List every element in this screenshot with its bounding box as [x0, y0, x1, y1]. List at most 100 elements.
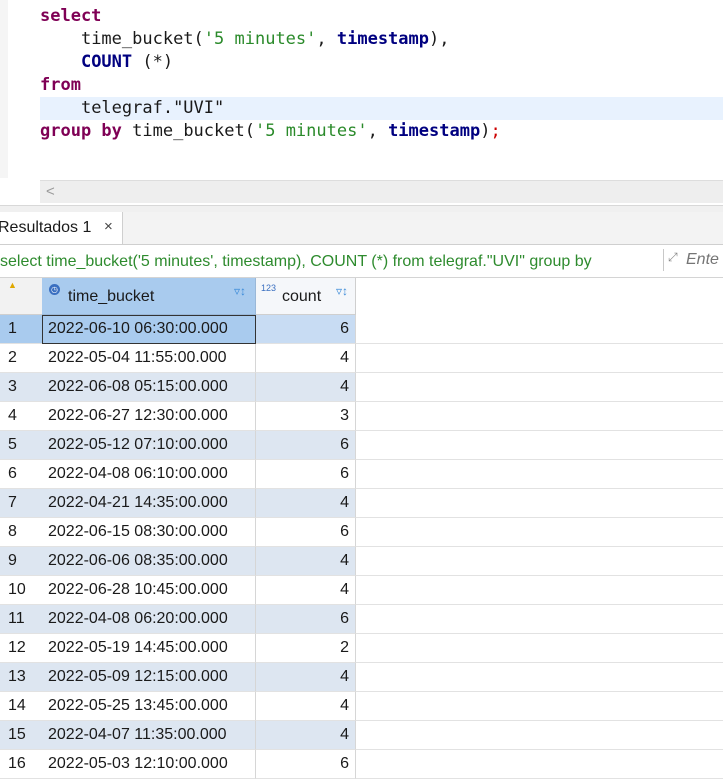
cell-count-value: 6: [340, 436, 349, 453]
cell-count[interactable]: 6: [256, 605, 356, 634]
cell-time-bucket[interactable]: 2022-05-03 12:10:00.000: [42, 750, 256, 779]
cell-time-bucket[interactable]: 2022-06-06 08:35:00.000: [42, 547, 256, 576]
cell-time-bucket[interactable]: 2022-06-15 08:30:00.000: [42, 518, 256, 547]
table-row[interactable]: 2 2022-05-04 11:55:00.000 4: [0, 344, 723, 373]
cell-count[interactable]: 6: [256, 431, 356, 460]
cell-count[interactable]: 4: [256, 489, 356, 518]
row-number[interactable]: 5: [0, 431, 43, 460]
row-number[interactable]: 3: [0, 373, 43, 402]
cell-count[interactable]: 4: [256, 547, 356, 576]
column-header-time-bucket[interactable]: ◷ time_bucket ▿↕: [42, 278, 256, 315]
row-number[interactable]: 16: [0, 750, 43, 779]
query-text: select time_bucket('5 minutes', timestam…: [0, 253, 592, 270]
row-number[interactable]: 2: [0, 344, 43, 373]
table-row[interactable]: 4 2022-06-27 12:30:00.000 3: [0, 402, 723, 431]
row-number[interactable]: 6: [0, 460, 43, 489]
scroll-left-icon[interactable]: <: [46, 183, 55, 200]
cell-count-value: 4: [340, 552, 349, 569]
cell-count-value: 4: [340, 494, 349, 511]
filter-input[interactable]: [686, 251, 723, 269]
row-number[interactable]: 1: [0, 315, 43, 344]
row-number[interactable]: 12: [0, 634, 43, 663]
empty-grid-area: [356, 750, 723, 779]
cell-time-bucket[interactable]: 2022-04-07 11:35:00.000: [42, 721, 256, 750]
cell-count[interactable]: 6: [256, 750, 356, 779]
close-icon[interactable]: ×: [104, 218, 113, 235]
cell-count[interactable]: 6: [256, 518, 356, 547]
table-row[interactable]: 3 2022-06-08 05:15:00.000 4: [0, 373, 723, 402]
table-row[interactable]: 12 2022-05-19 14:45:00.000 2: [0, 634, 723, 663]
clock-icon: ◷: [49, 284, 60, 295]
row-number[interactable]: 8: [0, 518, 43, 547]
lock-icon: ▲: [8, 280, 17, 290]
sort-filter-icon[interactable]: ▿↕: [234, 284, 246, 298]
cell-count[interactable]: 2: [256, 634, 356, 663]
cell-time-bucket[interactable]: 2022-05-12 07:10:00.000: [42, 431, 256, 460]
results-grid[interactable]: ▲ ◷ time_bucket ▿↕ 123 count ▿↕ 1 2022-06…: [0, 278, 723, 779]
cell-count[interactable]: 3: [256, 402, 356, 431]
keyword-select: select: [40, 6, 102, 26]
cell-count-value: 4: [340, 581, 349, 598]
table-row[interactable]: 7 2022-04-21 14:35:00.000 4: [0, 489, 723, 518]
cell-time-bucket[interactable]: 2022-05-09 12:15:00.000: [42, 663, 256, 692]
row-number[interactable]: 13: [0, 663, 43, 692]
cell-count[interactable]: 4: [256, 576, 356, 605]
cell-time-bucket[interactable]: 2022-06-27 12:30:00.000: [42, 402, 256, 431]
cell-count[interactable]: 4: [256, 344, 356, 373]
empty-grid-area: [356, 373, 723, 402]
editor-line-6: group by time_bucket('5 minutes', timest…: [40, 121, 501, 141]
table-row[interactable]: 14 2022-05-25 13:45:00.000 4: [0, 692, 723, 721]
table-row[interactable]: 8 2022-06-15 08:30:00.000 6: [0, 518, 723, 547]
row-number[interactable]: 11: [0, 605, 43, 634]
expand-icon[interactable]: ⤢: [668, 250, 678, 265]
cell-count[interactable]: 6: [256, 460, 356, 489]
table-row[interactable]: 11 2022-04-08 06:20:00.000 6: [0, 605, 723, 634]
row-number[interactable]: 15: [0, 721, 43, 750]
row-number[interactable]: 14: [0, 692, 43, 721]
cell-time-bucket[interactable]: 2022-06-28 10:45:00.000: [42, 576, 256, 605]
empty-grid-area: [356, 344, 723, 373]
cell-time-bucket[interactable]: 2022-06-08 05:15:00.000: [42, 373, 256, 402]
editor-line-1: select: [40, 5, 101, 28]
table-row[interactable]: 1 2022-06-10 06:30:00.000 6: [0, 315, 723, 344]
cell-count[interactable]: 4: [256, 663, 356, 692]
table-row[interactable]: 9 2022-06-06 08:35:00.000 4: [0, 547, 723, 576]
table-row[interactable]: 13 2022-05-09 12:15:00.000 4: [0, 663, 723, 692]
row-number[interactable]: 7: [0, 489, 43, 518]
keyword-from: from: [40, 75, 81, 95]
row-number[interactable]: 4: [0, 402, 43, 431]
sql-editor[interactable]: select time_bucket('5 minutes', timestam…: [0, 0, 723, 178]
table-row[interactable]: 5 2022-05-12 07:10:00.000 6: [0, 431, 723, 460]
empty-grid-area: [356, 402, 723, 431]
cell-count[interactable]: 4: [256, 721, 356, 750]
empty-grid-area: [356, 605, 723, 634]
cell-time-bucket[interactable]: 2022-04-08 06:20:00.000: [42, 605, 256, 634]
empty-grid-area: [356, 576, 723, 605]
cell-time-bucket[interactable]: 2022-04-08 06:10:00.000: [42, 460, 256, 489]
cell-count[interactable]: 6: [256, 315, 356, 344]
table-row[interactable]: 10 2022-06-28 10:45:00.000 4: [0, 576, 723, 605]
sort-filter-icon[interactable]: ▿↕: [336, 284, 348, 298]
table-row[interactable]: 16 2022-05-03 12:10:00.000 6: [0, 750, 723, 779]
table-row[interactable]: 15 2022-04-07 11:35:00.000 4: [0, 721, 723, 750]
cell-time-bucket[interactable]: 2022-05-25 13:45:00.000: [42, 692, 256, 721]
empty-grid-area: [356, 634, 723, 663]
cell-time-bucket[interactable]: 2022-05-19 14:45:00.000: [42, 634, 256, 663]
tab-resultados-1[interactable]: Resultados 1 ×: [0, 212, 123, 244]
empty-grid-area: [356, 692, 723, 721]
table-row[interactable]: 6 2022-04-08 06:10:00.000 6: [0, 460, 723, 489]
row-number-header[interactable]: ▲: [0, 278, 43, 315]
row-number[interactable]: 10: [0, 576, 43, 605]
cell-time-bucket[interactable]: 2022-04-21 14:35:00.000: [42, 489, 256, 518]
keyword-group-by: group by: [40, 121, 122, 141]
table-reference: telegraf."UVI": [80, 98, 225, 118]
editor-horizontal-scrollbar[interactable]: <: [40, 180, 723, 203]
column-header-count[interactable]: 123 count ▿↕: [256, 278, 356, 315]
cell-time-bucket[interactable]: 2022-06-10 06:30:00.000: [42, 315, 256, 344]
editor-line-3: COUNT (*): [40, 51, 173, 74]
cell-count[interactable]: 4: [256, 373, 356, 402]
cell-count[interactable]: 4: [256, 692, 356, 721]
row-number[interactable]: 9: [0, 547, 43, 576]
cell-count-value: 4: [340, 378, 349, 395]
cell-time-bucket[interactable]: 2022-05-04 11:55:00.000: [42, 344, 256, 373]
